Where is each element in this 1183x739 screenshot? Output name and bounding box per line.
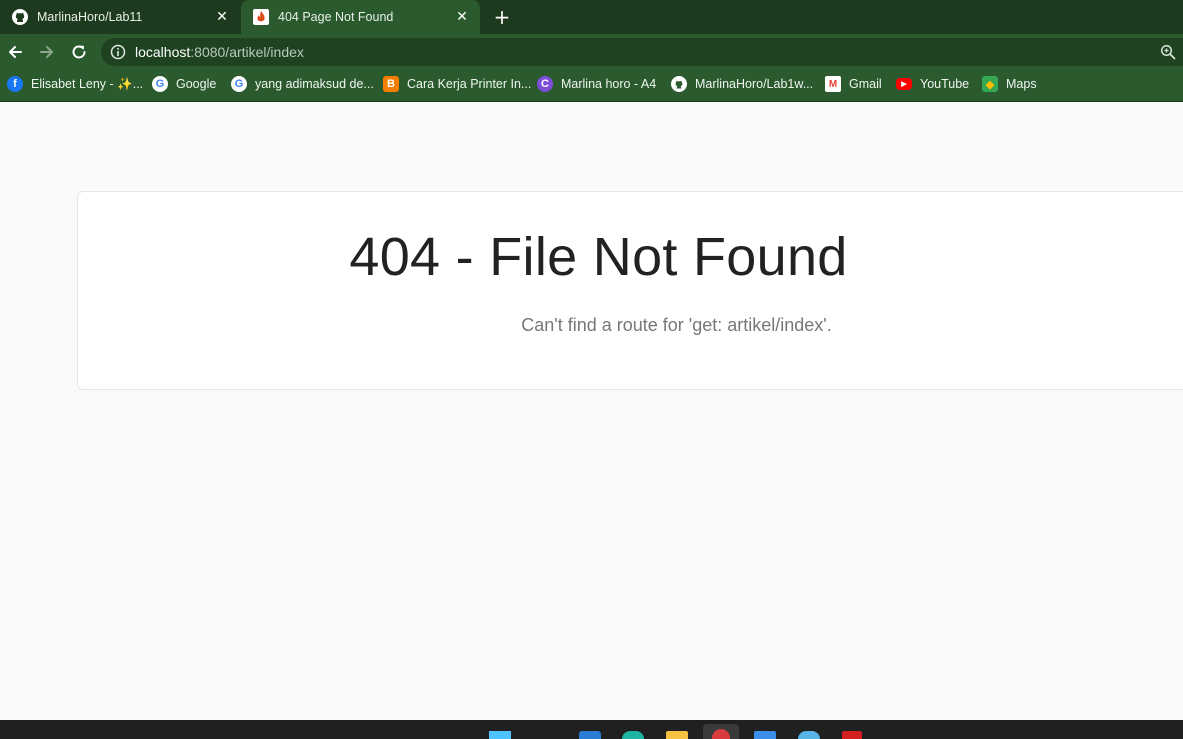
bookmark-label: Marlina horo - A4 xyxy=(561,77,657,91)
info-icon[interactable] xyxy=(110,44,126,60)
store-icon[interactable] xyxy=(754,731,776,739)
tab-lab11[interactable]: MarlinaHoro/Lab11 ✕ xyxy=(0,0,240,34)
new-tab-button[interactable]: + xyxy=(491,6,513,28)
bookmark-item[interactable]: M Gmail xyxy=(825,75,882,93)
bookmark-item[interactable]: MarlinaHoro/Lab1w... xyxy=(671,75,813,93)
vscode-icon[interactable] xyxy=(579,731,601,739)
google-icon: G xyxy=(231,76,247,92)
bookmark-label: MarlinaHoro/Lab1w... xyxy=(695,77,814,91)
facebook-icon: f xyxy=(7,76,23,92)
chrome-icon[interactable] xyxy=(798,731,820,739)
codeigniter-icon xyxy=(253,9,269,25)
url-host: localhost xyxy=(135,44,191,60)
bookmark-item[interactable]: f Elisabet Leny - ✨... xyxy=(7,75,143,93)
bookmark-label: Gmail xyxy=(849,77,882,91)
google-icon: G xyxy=(152,76,168,92)
reload-icon xyxy=(72,45,86,59)
canva-icon: C xyxy=(537,76,553,92)
url-path: :8080/artikel/index xyxy=(190,44,304,60)
bookmark-item[interactable]: C Marlina horo - A4 xyxy=(537,75,656,93)
youtube-icon: ▶ xyxy=(896,78,912,90)
bookmark-label: YouTube xyxy=(920,77,970,91)
bookmark-item[interactable]: ◆ Maps xyxy=(982,75,1037,93)
arrow-right-icon xyxy=(40,46,53,58)
github-icon xyxy=(12,9,28,25)
bookmark-label: Elisabet Leny - ✨... xyxy=(31,76,144,91)
tab-label: MarlinaHoro/Lab11 xyxy=(37,10,143,24)
arrow-left-icon xyxy=(9,46,22,58)
gmail-icon: M xyxy=(825,76,841,92)
tab-404[interactable]: 404 Page Not Found ✕ xyxy=(241,0,480,34)
search-icon[interactable] xyxy=(536,731,556,739)
windows-start-icon[interactable] xyxy=(489,731,511,739)
blogger-icon: B xyxy=(383,76,399,92)
bookmark-item[interactable]: G Google xyxy=(152,75,216,93)
error-card xyxy=(77,191,1183,390)
github-icon xyxy=(671,76,687,92)
bookmark-item[interactable]: ▶ YouTube xyxy=(896,75,969,93)
close-tab-icon[interactable]: ✕ xyxy=(454,9,470,25)
back-button[interactable] xyxy=(3,40,27,64)
maps-icon: ◆ xyxy=(982,76,998,92)
forward-button[interactable] xyxy=(35,40,59,64)
address-url[interactable]: localhost:8080/artikel/index xyxy=(135,43,304,61)
bookmark-label: yang adimaksud de... xyxy=(255,77,374,91)
file-explorer-icon[interactable] xyxy=(666,731,688,739)
bookmark-label: Cara Kerja Printer In... xyxy=(407,77,532,91)
error-title: 404 - File Not Found xyxy=(349,227,848,287)
app-icon[interactable] xyxy=(842,731,862,739)
edge-icon[interactable] xyxy=(622,731,644,739)
bookmark-label: Google xyxy=(176,77,217,91)
bookmark-label: Maps xyxy=(1006,77,1037,91)
bookmark-item[interactable]: B Cara Kerja Printer In... xyxy=(383,75,531,93)
tab-label: 404 Page Not Found xyxy=(278,10,394,24)
reload-button[interactable] xyxy=(67,40,91,64)
zoom-icon[interactable] xyxy=(1160,44,1176,60)
error-message: Can't find a route for 'get: artikel/ind… xyxy=(521,315,832,335)
bookmark-item[interactable]: G yang adimaksud de... xyxy=(231,75,374,93)
close-tab-icon[interactable]: ✕ xyxy=(214,9,230,25)
